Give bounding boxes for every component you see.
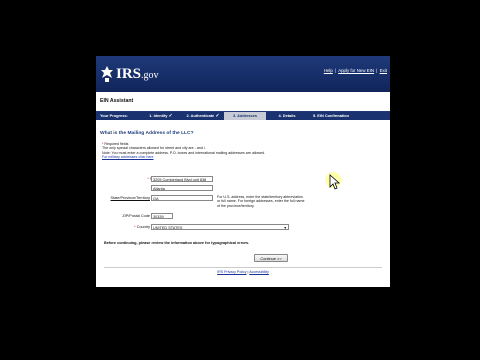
page-title: EIN Assistant	[100, 98, 134, 104]
form-notes: * Required fields The only special chara…	[102, 142, 265, 159]
country-select[interactable]: UNITED STATES ▼	[151, 224, 289, 230]
title-bar: EIN Assistant	[96, 93, 390, 112]
zip-label: ZIP/Postal Code	[122, 214, 150, 218]
progress-step-identify: 1. Identify ✓	[149, 113, 173, 119]
progress-label: Your Progress:	[100, 113, 128, 118]
irs-logo[interactable]: IRS.gov	[116, 65, 159, 85]
question-heading: What is the Mailing Address of the LLC?	[100, 131, 194, 136]
checkmark-icon: ✓	[215, 113, 220, 119]
street-input[interactable]: 3205 Cumberland Blvd unit 838	[151, 176, 213, 182]
ein-assistant-page: IRS.gov Help | Apply for New EIN | Exit …	[96, 56, 390, 287]
progress-step-authenticate: 2. Authenticate ✓	[186, 113, 220, 119]
progress-step-details: 4. Details	[278, 113, 296, 118]
review-notice: Before continuing, please review the inf…	[104, 241, 250, 245]
military-address-link[interactable]: For military addresses click here	[102, 155, 265, 159]
footer-divider	[104, 267, 382, 268]
footer: IRS Privacy Policy | Accessibility	[96, 270, 390, 274]
mouse-cursor-icon	[325, 172, 341, 190]
continue-button[interactable]: Continue >>	[254, 254, 288, 262]
chevron-down-icon: ▼	[283, 226, 287, 230]
irs-eagle-icon	[101, 66, 113, 82]
header-links: Help | Apply for New EIN | Exit	[324, 68, 387, 73]
privacy-policy-link[interactable]: IRS Privacy Policy	[217, 270, 246, 274]
progress-step-ein-confirmation: 5. EIN Confirmation	[312, 113, 350, 118]
country-label: * Country	[134, 225, 150, 229]
exit-link[interactable]: Exit	[380, 68, 387, 73]
state-help-text: For U.S. address, enter the state/territ…	[217, 195, 305, 208]
city-input[interactable]: Atlanta	[151, 185, 213, 191]
zip-input[interactable]: 30339	[151, 213, 173, 219]
apply-new-ein-link[interactable]: Apply for New EIN	[338, 68, 374, 73]
link-separator: |	[335, 68, 337, 73]
irs-header: IRS.gov Help | Apply for New EIN | Exit	[96, 56, 390, 92]
progress-step-addresses: 3. Addresses	[224, 112, 266, 120]
accessibility-link[interactable]: Accessibility	[249, 270, 269, 274]
state-label: State/Province/Territory	[110, 196, 150, 200]
help-link[interactable]: Help	[324, 68, 333, 73]
checkmark-icon: ✓	[168, 113, 173, 119]
state-input[interactable]: GA	[151, 195, 213, 201]
progress-bar: Your Progress: 1. Identify ✓ 2. Authenti…	[96, 112, 390, 120]
link-separator: |	[376, 68, 378, 73]
